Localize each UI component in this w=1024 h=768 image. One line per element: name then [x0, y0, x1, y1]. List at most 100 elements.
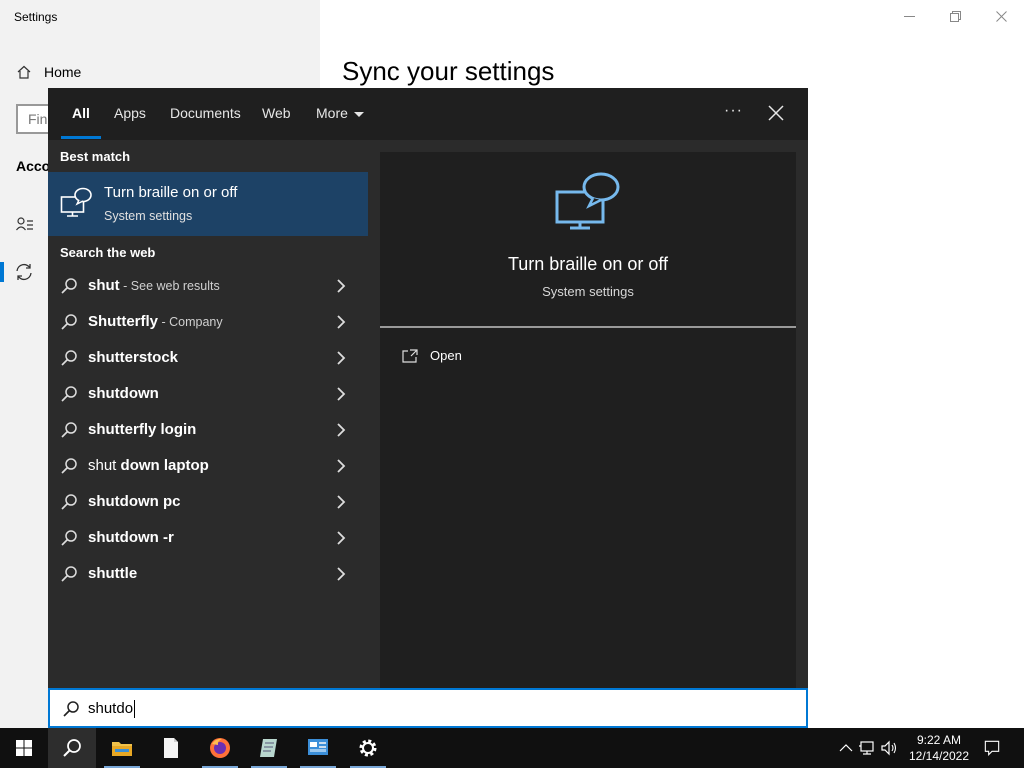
file-explorer-icon: [112, 742, 132, 756]
search-web-header: Search the web: [60, 245, 156, 260]
search-flyout: All Apps Documents Web More ··· Best mat…: [48, 88, 808, 728]
list-item[interactable]: shutdown pc: [48, 484, 368, 520]
result-text: Shutterfly: [88, 313, 159, 330]
divider: [380, 326, 796, 328]
preview-pane: Turn braille on or off System settings O…: [380, 152, 796, 688]
chevron-right-icon: [337, 495, 346, 509]
settings-button[interactable]: [344, 728, 392, 768]
system-tray: [838, 728, 900, 768]
result-prefix: shut: [88, 457, 121, 474]
close-icon[interactable]: [766, 102, 786, 124]
tab-web[interactable]: Web: [262, 105, 291, 121]
search-icon: [61, 350, 77, 366]
chevron-right-icon: [337, 459, 346, 473]
result-text: shuttle: [88, 565, 138, 582]
search-button[interactable]: [48, 728, 96, 768]
volume-icon[interactable]: [880, 740, 900, 756]
notifications-button[interactable]: [970, 728, 1014, 768]
text-cursor: [134, 700, 136, 719]
caret-down-icon: [353, 111, 364, 117]
firefox-button[interactable]: [196, 728, 244, 768]
chevron-right-icon: [337, 387, 346, 401]
clock-time: 9:22 AM: [916, 733, 962, 747]
tab-more-label: More: [316, 105, 348, 121]
minimize-icon: [903, 15, 915, 17]
notification-icon: [984, 740, 1000, 756]
chevron-right-icon: [337, 351, 346, 365]
restore-button[interactable]: [932, 0, 978, 32]
selected-indicator: [0, 262, 4, 282]
window-title: Settings: [14, 10, 58, 24]
more-options-icon[interactable]: ···: [724, 102, 743, 120]
section-label: Acco: [16, 158, 51, 174]
list-item[interactable]: shutterstock: [48, 340, 368, 376]
best-match-item[interactable]: Turn braille on or off System settings: [48, 172, 368, 236]
control-panel-icon: [308, 739, 328, 755]
best-match-subtitle: System settings: [104, 209, 193, 223]
tab-documents[interactable]: Documents: [170, 105, 241, 121]
search-icon: [61, 566, 77, 582]
list-item[interactable]: shuttle: [48, 556, 368, 592]
account-info-icon[interactable]: [16, 216, 34, 232]
list-item[interactable]: Shutterfly - Company: [48, 304, 368, 340]
result-subtext: - Company: [158, 315, 223, 329]
search-icon: [61, 530, 77, 546]
open-label: Open: [430, 348, 462, 363]
close-button[interactable]: [978, 0, 1024, 32]
result-text: shutdown: [88, 385, 159, 402]
taskbar: 9:22 AM 12/14/2022: [0, 728, 1024, 768]
search-tabs: All Apps Documents Web More ···: [48, 88, 808, 140]
result-text: shutdown pc: [88, 493, 181, 510]
search-icon: [61, 458, 77, 474]
notepad-icon: [164, 738, 178, 758]
tab-more[interactable]: More: [316, 105, 364, 121]
list-item[interactable]: shut - See web results: [48, 268, 368, 304]
close-icon: [995, 10, 1007, 22]
list-item[interactable]: shutterfly login: [48, 412, 368, 448]
clock-date: 12/14/2022: [908, 749, 970, 763]
tab-apps[interactable]: Apps: [114, 105, 146, 121]
search-icon: [63, 739, 81, 757]
result-text: shutdown -r: [88, 529, 174, 546]
result-text: shutterfly login: [88, 421, 197, 438]
window-controls: [886, 0, 1024, 32]
search-icon: [61, 386, 77, 402]
list-item[interactable]: shut down laptop: [48, 448, 368, 484]
file-explorer-button[interactable]: [98, 728, 146, 768]
best-match-title: Turn braille on or off: [104, 184, 238, 201]
list-item[interactable]: shutdown: [48, 376, 368, 412]
home-icon: [17, 65, 31, 79]
search-icon: [61, 422, 77, 438]
search-icon: [61, 278, 77, 294]
open-action[interactable]: Open: [402, 348, 462, 363]
search-input[interactable]: shutdo: [48, 688, 808, 728]
list-item[interactable]: shutdown -r: [48, 520, 368, 556]
result-text: shutterstock: [88, 349, 179, 366]
app-icon: [260, 739, 277, 757]
result-text: shut: [88, 277, 120, 294]
control-panel-button[interactable]: [294, 728, 342, 768]
tab-all[interactable]: All: [72, 105, 90, 121]
network-icon[interactable]: [858, 740, 878, 756]
result-subtext: - See web results: [119, 279, 220, 293]
settings-icon: [359, 739, 377, 757]
sync-icon[interactable]: [14, 262, 34, 282]
page-title: Sync your settings: [342, 56, 555, 86]
firefox-icon: [210, 738, 230, 758]
start-button[interactable]: [0, 728, 48, 768]
braille-settings-icon: [555, 172, 620, 230]
search-icon: [61, 314, 77, 330]
app-button[interactable]: [245, 728, 293, 768]
notepad-button[interactable]: [147, 728, 195, 768]
braille-settings-icon: [60, 187, 92, 217]
chevron-right-icon: [337, 531, 346, 545]
search-icon: [61, 494, 77, 510]
chevron-right-icon: [337, 423, 346, 437]
minimize-button[interactable]: [886, 0, 932, 32]
search-query: shutdo: [88, 700, 134, 717]
best-match-header: Best match: [60, 149, 131, 164]
start-icon: [16, 740, 32, 756]
chevron-up-icon[interactable]: [838, 740, 854, 756]
sidebar-item-home[interactable]: Home: [16, 64, 81, 80]
clock[interactable]: 9:22 AM 12/14/2022: [902, 732, 976, 764]
